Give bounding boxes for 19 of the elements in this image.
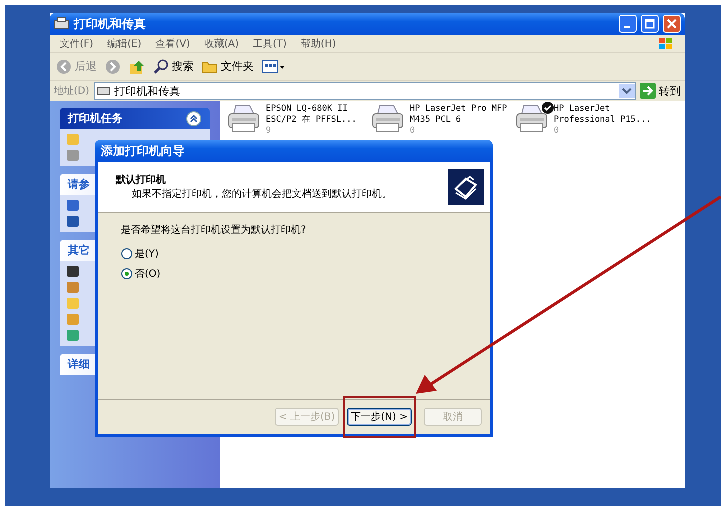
address-label: 地址(D) (54, 84, 90, 98)
document-count: 9 (266, 126, 272, 137)
printer-name: Professional P15... (554, 115, 652, 126)
question-text: 是否希望将这台打印机设置为默认打印机? (121, 224, 308, 237)
page-subtitle: 如果不指定打印机，您的计算机会把文档送到默认打印机。 (131, 188, 393, 201)
printer-name: HP LaserJet Pro MFP (410, 104, 508, 115)
panel-title: 请参 (68, 177, 90, 192)
panel-title: 详细 (68, 357, 90, 372)
printer-name: M435 PCL 6 (410, 115, 462, 126)
dialog-title: 添加打印机向导 (101, 142, 185, 160)
document-count: 0 (554, 126, 560, 137)
panel-title: 打印机任务 (68, 111, 123, 126)
panel-title: 其它 (68, 243, 90, 258)
printer-name: ESC/P2 在 PFFSL... (266, 115, 357, 126)
document-count: 0 (410, 126, 416, 137)
window-title: 打印机和传真 (74, 16, 146, 32)
page-heading: 默认打印机 (116, 174, 167, 187)
printer-name: EPSON LQ-680K II (266, 104, 349, 115)
printer-name: HP LaserJet (554, 104, 612, 115)
